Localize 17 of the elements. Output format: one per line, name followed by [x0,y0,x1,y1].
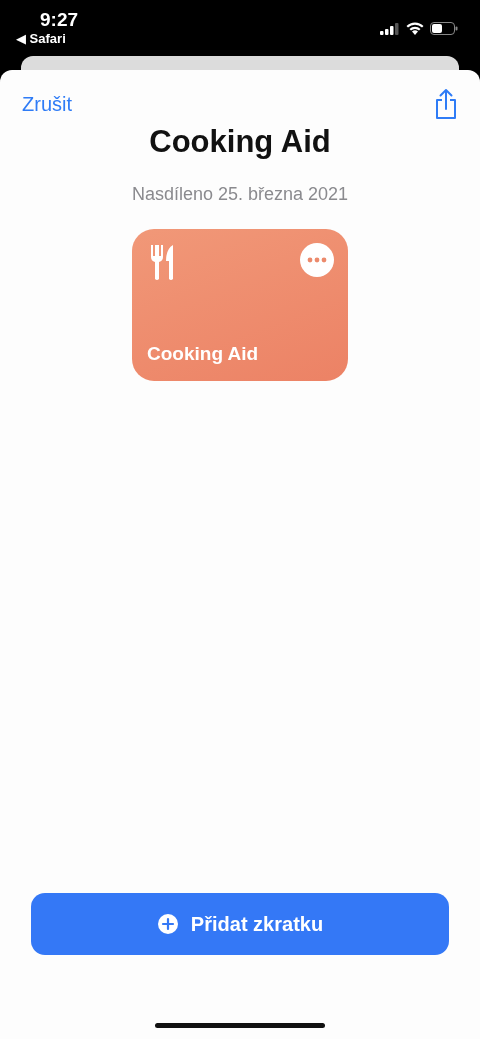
share-icon [434,88,458,120]
plus-circle-icon [156,913,179,935]
cancel-button[interactable]: Zrušit [22,92,72,116]
more-icon [300,243,334,277]
shortcut-card[interactable]: Cooking Aid [132,229,348,381]
shortcut-name: Cooking Aid [147,343,260,365]
page-title: Cooking Aid [149,124,331,160]
back-link[interactable]: ◀ Safari [16,31,66,47]
status-time: 9:27 [40,9,79,31]
more-button[interactable] [300,243,334,277]
signal-icon [380,22,400,35]
share-button[interactable] [434,88,458,120]
shared-date: Nasdíleno 25. března 2021 [131,184,349,205]
wifi-icon [406,22,424,35]
add-shortcut-button[interactable]: Přidat zkratku [31,893,449,955]
fork-knife-icon [150,243,176,281]
battery-icon [430,22,458,35]
